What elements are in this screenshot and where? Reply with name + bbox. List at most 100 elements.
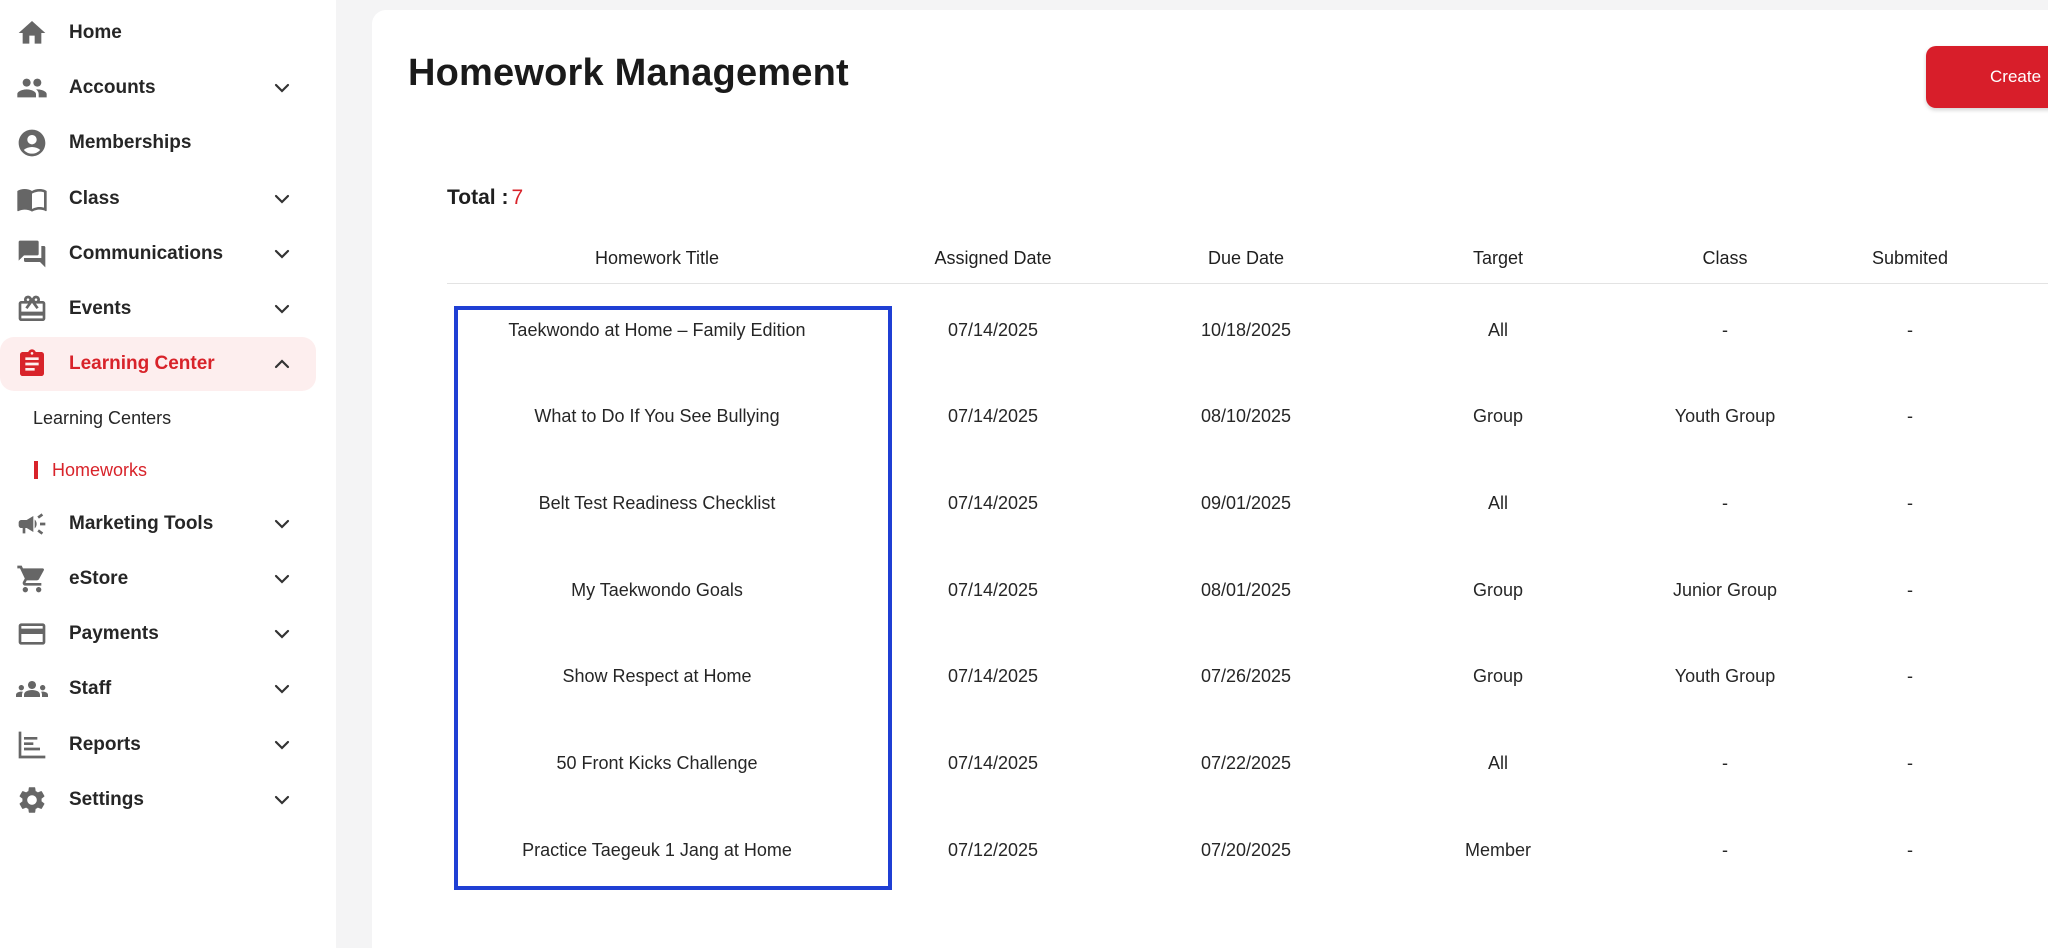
cell-class: Junior Group (1672, 579, 1778, 600)
sidebar-subitem-homeworks[interactable]: Homeworks (52, 455, 147, 485)
cell-target: All (1487, 753, 1509, 773)
column-header-target[interactable]: Target (1473, 240, 1523, 276)
chevron-down-icon[interactable] (272, 625, 292, 643)
cell-assigned-date: 07/14/2025 (947, 492, 1039, 513)
cell-homework-title[interactable]: What to Do If You See Bullying (534, 397, 779, 437)
sidebar-item-label: Events (69, 298, 132, 319)
sidebar-item-label: Class (69, 188, 120, 209)
sidebar-item-reports[interactable]: Reports (0, 718, 316, 772)
cell-homework-title[interactable]: Practice Taegeuk 1 Jang at Home (522, 830, 792, 870)
cell-target: Group (1472, 406, 1524, 427)
cell-assigned-date: 07/14/2025 (947, 579, 1039, 600)
credit-card-icon (14, 618, 50, 650)
sidebar-item-label: Memberships (69, 132, 192, 153)
total-count: 7 (511, 186, 524, 209)
main-panel: Homework Management Create Total :7 Home… (372, 10, 2048, 948)
book-icon (14, 183, 50, 215)
chevron-down-icon[interactable] (272, 736, 292, 754)
cell-class: - (1722, 319, 1728, 340)
sidebar-item-events[interactable]: Events (0, 282, 316, 336)
chevron-down-icon[interactable] (272, 515, 292, 533)
chevron-down-icon[interactable] (272, 791, 292, 809)
sidebar-item-payments[interactable]: Payments (0, 607, 316, 661)
cell-assigned-date: 07/14/2025 (947, 319, 1039, 340)
cell-homework-title[interactable]: Taekwondo at Home – Family Edition (508, 310, 805, 350)
sidebar-item-memberships[interactable]: Memberships (0, 116, 316, 170)
sidebar-item-label: Marketing Tools (69, 513, 214, 534)
group-icon (14, 673, 50, 705)
sidebar-item-label: Learning Center (69, 353, 215, 374)
chevron-down-icon[interactable] (272, 680, 292, 698)
cell-class: - (1722, 753, 1728, 773)
people-icon (14, 72, 50, 104)
table-row[interactable]: What to Do If You See Bullying 07/14/2025… (447, 397, 2048, 483)
cell-homework-title[interactable]: Belt Test Readiness Checklist (539, 483, 776, 523)
cell-target: Group (1472, 579, 1524, 600)
table-row[interactable]: Show Respect at Home 07/14/2025 07/26/2025… (447, 657, 2048, 743)
chevron-down-icon[interactable] (272, 570, 292, 588)
cell-homework-title[interactable]: 50 Front Kicks Challenge (556, 744, 757, 784)
cell-due-date: 08/10/2025 (1200, 406, 1292, 427)
cell-target: All (1487, 492, 1509, 513)
cell-homework-title[interactable]: Show Respect at Home (562, 657, 751, 697)
sidebar-item-label: Communications (69, 243, 224, 264)
cell-submitted: - (1907, 579, 1913, 600)
sidebar-item-home[interactable]: Home (0, 6, 316, 60)
cell-submitted: - (1907, 492, 1913, 513)
table-header: Homework Title Assigned Date Due Date Ta… (447, 240, 2048, 284)
sidebar-item-label: Accounts (69, 77, 156, 98)
sidebar-item-label: Reports (69, 734, 141, 755)
cell-submitted: - (1907, 753, 1913, 773)
sidebar-item-label: Settings (69, 789, 144, 810)
column-header-homework-title[interactable]: Homework Title (595, 240, 719, 276)
sidebar-item-label: Staff (69, 678, 112, 699)
chevron-down-icon[interactable] (272, 245, 292, 263)
table-row[interactable]: Taekwondo at Home – Family Edition 07/14/… (447, 310, 2048, 396)
cell-submitted: - (1907, 406, 1913, 427)
column-header-assigned-date[interactable]: Assigned Date (934, 240, 1051, 276)
cell-due-date: 09/01/2025 (1200, 492, 1292, 513)
cell-class: - (1722, 839, 1728, 860)
cell-due-date: 07/20/2025 (1200, 839, 1292, 860)
create-button[interactable]: Create (1926, 46, 2048, 108)
sidebar-item-communications[interactable]: Communications (0, 227, 316, 281)
chevron-up-icon[interactable] (272, 355, 292, 373)
table-row[interactable]: 50 Front Kicks Challenge 07/14/2025 07/22/… (447, 744, 2048, 830)
cell-submitted: - (1907, 666, 1913, 687)
cell-class: - (1722, 492, 1728, 513)
table-row[interactable]: My Taekwondo Goals 07/14/2025 08/01/2025 Gr… (447, 570, 2048, 656)
account-circle-icon (14, 127, 50, 159)
sidebar: Home Accounts Memberships Class Communic… (0, 0, 336, 948)
bar-chart-icon (14, 729, 50, 761)
chevron-down-icon[interactable] (272, 300, 292, 318)
cell-assigned-date: 07/12/2025 (947, 839, 1039, 860)
sidebar-item-staff[interactable]: Staff (0, 662, 316, 716)
cell-assigned-date: 07/14/2025 (947, 666, 1039, 687)
chevron-down-icon[interactable] (272, 190, 292, 208)
cell-due-date: 08/01/2025 (1200, 579, 1292, 600)
sidebar-item-settings[interactable]: Settings (0, 773, 316, 827)
cell-target: All (1487, 319, 1509, 340)
sidebar-item-marketing-tools[interactable]: Marketing Tools (0, 497, 316, 551)
chevron-down-icon[interactable] (272, 79, 292, 97)
column-header-class[interactable]: Class (1702, 240, 1747, 276)
cell-due-date: 10/18/2025 (1200, 319, 1292, 340)
cell-submitted: - (1907, 319, 1913, 340)
sidebar-subitem-learning-centers[interactable]: Learning Centers (33, 403, 171, 433)
table-row[interactable]: Practice Taegeuk 1 Jang at Home 07/12/202… (447, 830, 2048, 916)
sidebar-item-estore[interactable]: eStore (0, 552, 316, 606)
cell-homework-title[interactable]: My Taekwondo Goals (571, 570, 743, 610)
megaphone-icon (14, 508, 50, 540)
home-icon (14, 17, 50, 49)
chat-icon (14, 238, 50, 270)
sidebar-item-class[interactable]: Class (0, 172, 316, 226)
column-header-due-date[interactable]: Due Date (1208, 240, 1284, 276)
page-title: Homework Management (408, 52, 849, 94)
cell-target: Member (1464, 839, 1532, 860)
cell-due-date: 07/26/2025 (1200, 666, 1292, 687)
column-header-submitted[interactable]: Submited (1872, 240, 1948, 276)
total-label: Total :7 (447, 186, 523, 210)
sidebar-item-learning-center[interactable]: Learning Center (0, 337, 316, 391)
sidebar-item-accounts[interactable]: Accounts (0, 61, 316, 115)
table-row[interactable]: Belt Test Readiness Checklist 07/14/2025 0… (447, 483, 2048, 569)
